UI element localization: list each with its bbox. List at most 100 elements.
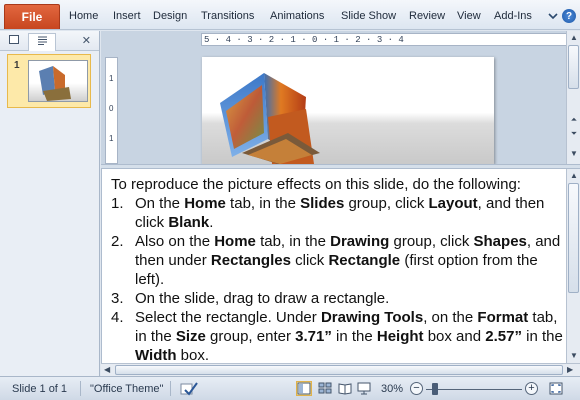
ribbon-tab-bar: File Home Insert Design Transitions Anim…: [0, 0, 580, 30]
notes-steps-list: 1. On the Home tab, in the Slides group, …: [111, 194, 563, 363]
zoom-in-button[interactable]: +: [525, 382, 538, 395]
tab-review[interactable]: Review: [409, 10, 445, 22]
notes-step: 2. Also on the Home tab, in the Drawing g…: [111, 232, 563, 289]
status-divider: [80, 381, 81, 396]
slides-tab-icon: [9, 34, 19, 47]
notes-bold-text: Blank: [168, 214, 210, 231]
notes-scroll-up-icon[interactable]: ▲: [568, 171, 580, 180]
vertical-ruler[interactable]: 1 0 1: [105, 57, 118, 164]
fit-slide-to-window-icon[interactable]: [548, 381, 564, 396]
notes-text-run: tab, in the: [225, 195, 301, 212]
help-icon[interactable]: ?: [562, 9, 576, 23]
notes-text-run: box.: [176, 347, 210, 363]
tab-slide-show[interactable]: Slide Show: [341, 10, 396, 22]
slide-thumbnail[interactable]: 1: [7, 54, 91, 108]
zoom-level-label[interactable]: 30%: [381, 383, 403, 395]
spelling-check-icon[interactable]: [180, 381, 198, 399]
slide-show-view-button[interactable]: [356, 381, 372, 396]
notes-bold-text: Home: [184, 195, 226, 212]
notes-intro: To reproduce the picture effects on this…: [111, 176, 521, 193]
slide-editor: 5 · 4 · 3 · 2 · 1 · 0 · 1 · 2 · 3 · 4 1 …: [101, 31, 580, 164]
notes-step: 3. On the slide, drag to draw a rectangle…: [111, 289, 563, 308]
notes-text-run: .: [209, 214, 214, 231]
outline-tab[interactable]: [28, 32, 56, 51]
slides-pane-header: ✕: [0, 31, 99, 51]
notes-bold-text: Slides: [300, 195, 345, 212]
scroll-left-icon[interactable]: ◀: [104, 365, 110, 374]
notes-bold-text: 2.57”: [485, 328, 522, 345]
zoom-slider-thumb[interactable]: [432, 383, 438, 395]
notes-pane[interactable]: To reproduce the picture effects on this…: [101, 169, 566, 363]
tab-add-ins[interactable]: Add-Ins: [494, 10, 532, 22]
fanned-pictures-image[interactable]: [202, 57, 494, 164]
file-tab[interactable]: File: [4, 4, 60, 29]
notes-bold-text: Rectangle: [328, 252, 401, 269]
scroll-up-icon[interactable]: ▲: [568, 33, 580, 42]
previous-slide-icon[interactable]: ⏶: [568, 115, 580, 125]
slide-thumbnail-number: 1: [14, 60, 20, 71]
notes-step: 4. Select the rectangle. Under Drawing To…: [111, 308, 563, 363]
notes-step: 1. On the Home tab, in the Slides group, …: [111, 194, 563, 232]
notes-bold-text: Size: [175, 328, 206, 345]
status-bar: Slide 1 of 1 "Office Theme" 30% − +: [0, 376, 580, 400]
slides-pane: ✕ 1: [0, 31, 100, 376]
scroll-down-icon[interactable]: ▼: [568, 149, 580, 158]
tab-design[interactable]: Design: [153, 10, 187, 22]
theme-name-label[interactable]: "Office Theme": [90, 383, 163, 395]
horizontal-ruler[interactable]: 5 · 4 · 3 · 2 · 1 · 0 · 1 · 2 · 3 · 4: [201, 33, 580, 46]
notes-horizontal-scrollbar[interactable]: ◀ ▶: [101, 363, 580, 376]
notes-scroll-thumb[interactable]: [568, 183, 579, 293]
minimize-ribbon-icon[interactable]: [548, 9, 558, 23]
tab-home[interactable]: Home: [69, 10, 98, 22]
notes-bold-text: Format: [477, 309, 529, 326]
notes-text-run: in the: [521, 328, 563, 345]
notes-text-run: Also on the: [135, 233, 215, 250]
slides-tab[interactable]: [0, 32, 28, 50]
notes-text-run: , on the: [423, 309, 478, 326]
slide-vertical-scrollbar[interactable]: ▲ ⏶ ⏷ ▼: [566, 31, 580, 164]
notes-vertical-scrollbar[interactable]: ▲ ▼: [566, 169, 580, 363]
zoom-out-button[interactable]: −: [410, 382, 423, 395]
notes-step-number: 4.: [111, 309, 124, 326]
notes-text-run: group, enter: [205, 328, 296, 345]
zoom-slider-track[interactable]: [426, 389, 522, 390]
notes-step-number: 1.: [111, 195, 124, 212]
slide-sorter-view-button[interactable]: [317, 381, 333, 396]
notes-text[interactable]: To reproduce the picture effects on this…: [111, 175, 563, 363]
notes-text-run: click: [290, 252, 329, 269]
scroll-right-icon[interactable]: ▶: [567, 365, 573, 374]
tab-animations[interactable]: Animations: [270, 10, 324, 22]
vertical-ruler-mark: 1: [109, 74, 114, 83]
notes-text-run: box and: [423, 328, 486, 345]
reading-view-button[interactable]: [337, 381, 353, 396]
tab-transitions[interactable]: Transitions: [201, 10, 254, 22]
scroll-thumb[interactable]: [568, 45, 579, 89]
notes-bold-text: Height: [376, 328, 424, 345]
notes-bold-text: Shapes: [473, 233, 527, 250]
status-divider: [170, 381, 171, 396]
next-slide-icon[interactable]: ⏷: [568, 129, 580, 139]
notes-bold-text: Drawing: [330, 233, 390, 250]
tab-insert[interactable]: Insert: [113, 10, 141, 22]
notes-step-number: 2.: [111, 233, 124, 250]
notes-text-run: group, click: [389, 233, 474, 250]
notes-scroll-down-icon[interactable]: ▼: [568, 351, 580, 360]
notes-bold-text: Rectangles: [210, 252, 291, 269]
slide-canvas[interactable]: [202, 57, 494, 164]
vertical-ruler-mark: 1: [109, 134, 114, 143]
notes-bold-text: Drawing Tools: [320, 309, 424, 326]
notes-text-run: group, click: [344, 195, 429, 212]
outline-tab-icon: [37, 36, 48, 48]
notes-hscroll-thumb[interactable]: [115, 365, 563, 375]
close-pane-icon[interactable]: ✕: [82, 34, 91, 47]
tab-view[interactable]: View: [457, 10, 481, 22]
notes-text-run: On the: [135, 195, 185, 212]
notes-bold-text: Width: [135, 347, 177, 363]
notes-bold-text: Home: [214, 233, 256, 250]
normal-view-button[interactable]: [296, 381, 312, 396]
slide-thumbnail-image: [28, 60, 88, 102]
vertical-ruler-mark: 0: [109, 104, 114, 113]
notes-text-run: On the slide, drag to draw a rectangle.: [135, 290, 390, 307]
notes-bold-text: 3.71”: [295, 328, 332, 345]
notes-text-run: tab, in the: [255, 233, 331, 250]
